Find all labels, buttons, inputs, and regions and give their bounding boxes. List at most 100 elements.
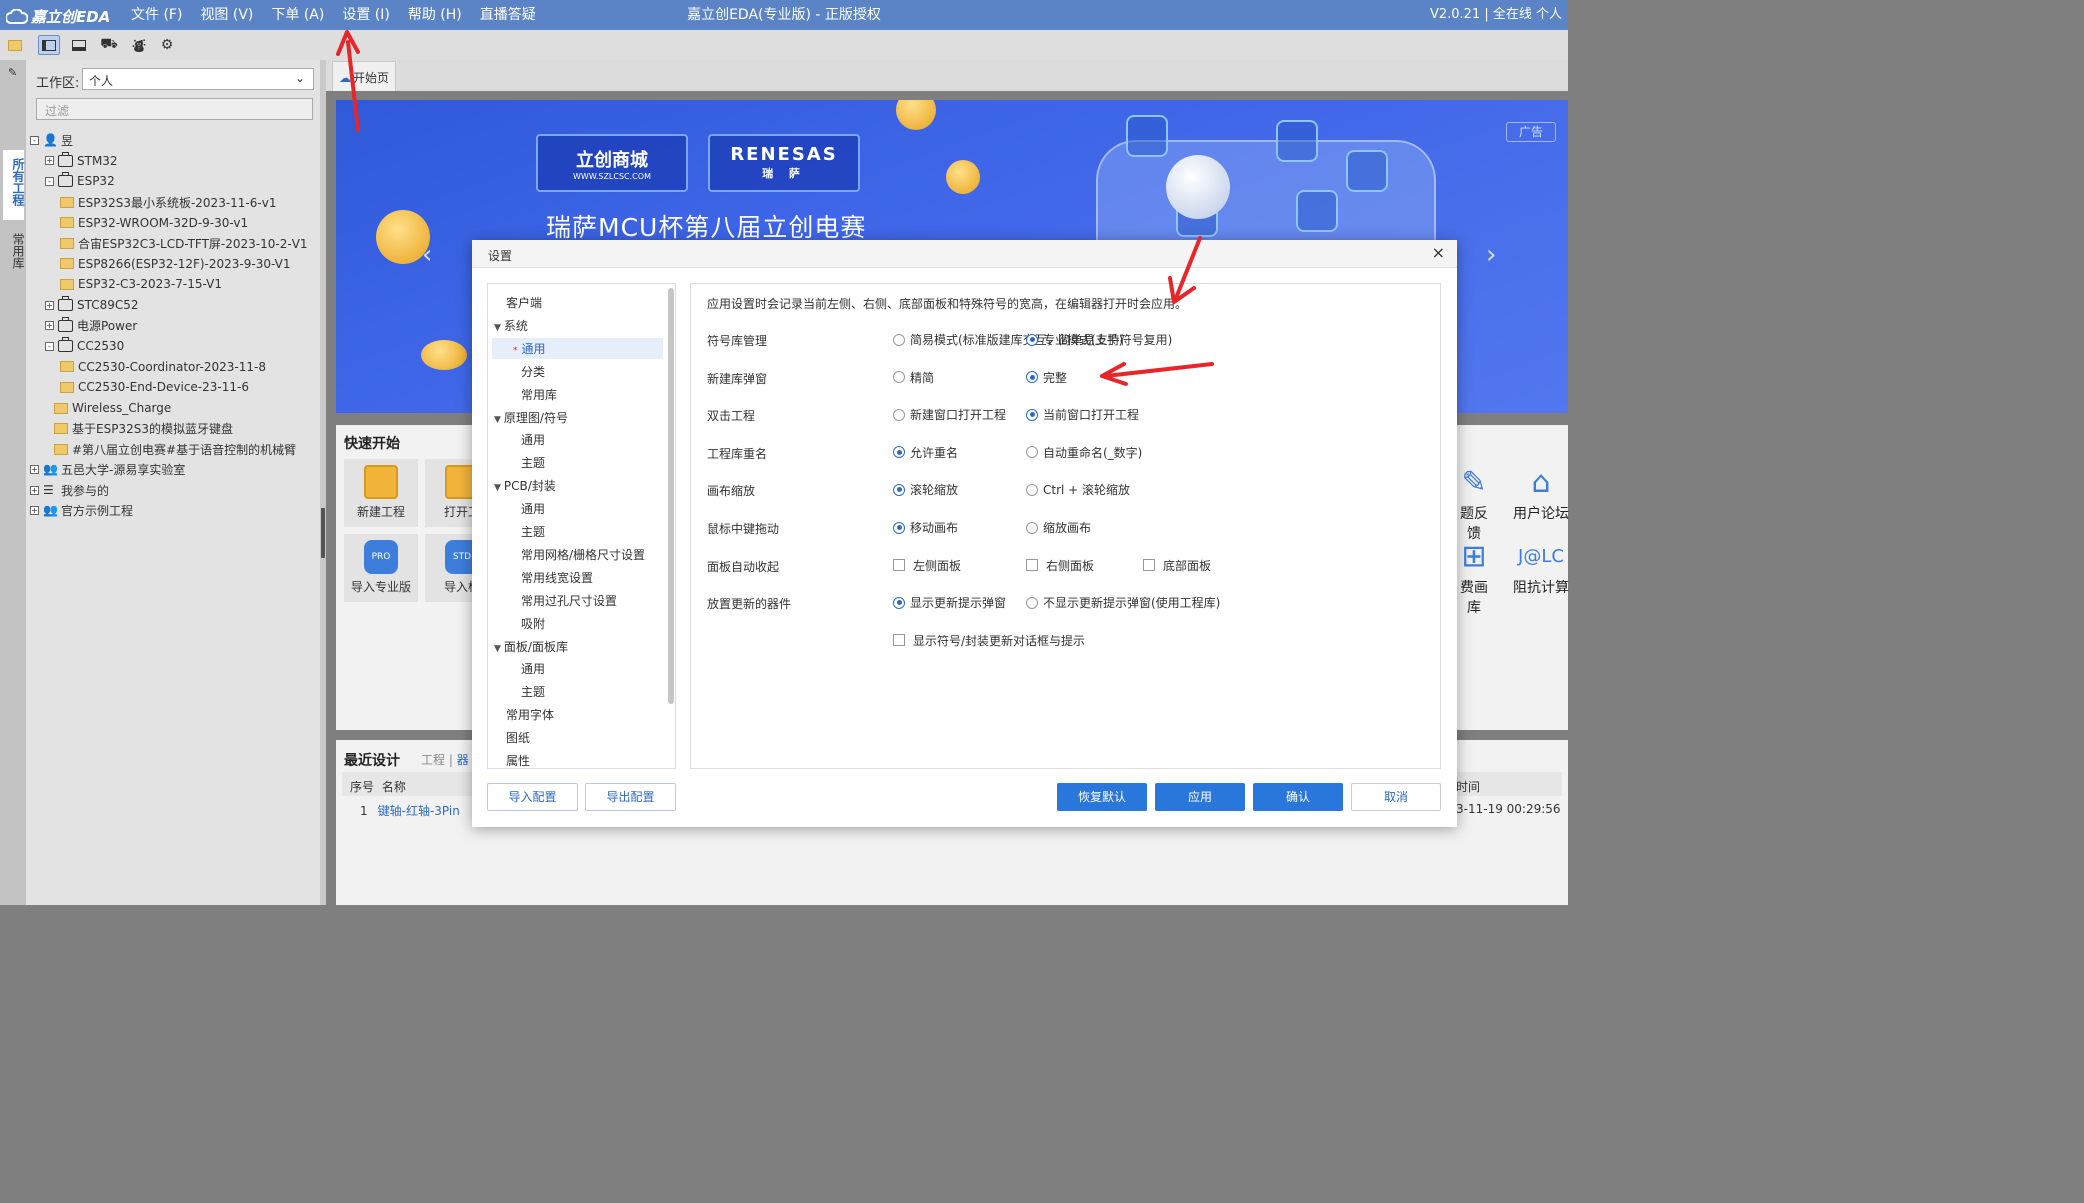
reset-default-button[interactable]: 恢复默认 bbox=[1057, 783, 1147, 811]
version-status[interactable]: V2.0.21 | 全在线 个人 bbox=[1430, 0, 1562, 30]
nav-item[interactable]: ▼ PCB/封装 bbox=[492, 475, 663, 496]
nav-item[interactable]: ▼ 系统 bbox=[492, 315, 663, 336]
gear-icon[interactable]: ⚙ bbox=[156, 35, 178, 55]
recent-tab-project[interactable]: 工程 bbox=[421, 753, 445, 767]
nav-item[interactable]: 客户端 bbox=[492, 292, 663, 313]
nav-item[interactable]: 常用线宽设置 bbox=[492, 567, 663, 588]
tree-item[interactable]: CC2530-End-Device-23-11-6 bbox=[30, 377, 320, 398]
order-icon[interactable]: ⛇ bbox=[128, 35, 150, 55]
collapse-icon[interactable]: - bbox=[45, 341, 54, 351]
radio-option[interactable]: 精简 bbox=[893, 369, 934, 386]
nav-scrollbar[interactable] bbox=[668, 288, 674, 704]
tree-item[interactable]: Wireless_Charge bbox=[30, 398, 320, 419]
radio-checked-icon[interactable] bbox=[1026, 333, 1038, 346]
radio-unchecked-icon[interactable] bbox=[893, 408, 905, 421]
cart-icon[interactable]: ⛟ bbox=[98, 35, 120, 55]
collapse-icon[interactable]: - bbox=[45, 176, 54, 186]
radio-option[interactable]: 不显示更新提示弹窗(使用工程库) bbox=[1026, 594, 1220, 611]
collapse-icon[interactable]: - bbox=[30, 135, 39, 145]
nav-item[interactable]: 主题 bbox=[492, 681, 663, 702]
radio-checked-icon[interactable] bbox=[893, 446, 905, 459]
filter-input[interactable]: 过滤 bbox=[36, 98, 313, 120]
expand-icon[interactable]: + bbox=[45, 300, 54, 310]
import-pro-button[interactable]: PRO 导入专业版 bbox=[344, 534, 418, 602]
tree-item[interactable]: + ☰ 我参与的 bbox=[30, 480, 320, 501]
expand-icon[interactable]: + bbox=[30, 485, 39, 495]
workspace-select[interactable]: 个人 ⌄ bbox=[82, 68, 314, 90]
radio-checked-icon[interactable] bbox=[1026, 408, 1038, 421]
row-name[interactable]: 键轴-红轴-3Pin bbox=[378, 804, 460, 818]
tree-item[interactable]: + 👥 五邑大学-源易享实验室 bbox=[30, 460, 320, 481]
checkbox-option[interactable]: 显示符号/封装更新对话框与提示 bbox=[893, 632, 1085, 649]
checkbox-icon[interactable] bbox=[1026, 559, 1038, 572]
radio-checked-icon[interactable] bbox=[1026, 371, 1038, 384]
radio-option[interactable]: 缩放画布 bbox=[1026, 519, 1091, 536]
radio-option[interactable]: 允许重名 bbox=[893, 444, 958, 461]
radio-unchecked-icon[interactable] bbox=[893, 333, 905, 346]
nav-item[interactable]: 常用库 bbox=[492, 384, 663, 405]
radio-option[interactable]: 新建窗口打开工程 bbox=[893, 406, 1006, 423]
radio-checked-icon[interactable] bbox=[893, 483, 905, 496]
tree-item[interactable]: ESP32-C3-2023-7-15-V1 bbox=[30, 274, 320, 295]
tree-item[interactable]: 合宙ESP32C3-LCD-TFT屏-2023-10-2-V1 bbox=[30, 233, 320, 254]
expand-icon[interactable]: + bbox=[30, 465, 39, 475]
apply-button[interactable]: 应用 bbox=[1155, 783, 1245, 811]
radio-checked-icon[interactable] bbox=[893, 596, 905, 609]
radio-unchecked-icon[interactable] bbox=[1026, 521, 1038, 534]
new-project-button[interactable]: 新建工程 bbox=[344, 459, 418, 527]
nav-item[interactable]: 常用过孔尺寸设置 bbox=[492, 590, 663, 611]
left-panel-icon[interactable] bbox=[38, 35, 60, 55]
nav-item[interactable]: 主题 bbox=[492, 452, 663, 473]
splitter-handle[interactable] bbox=[321, 508, 325, 558]
expand-icon[interactable]: + bbox=[45, 321, 54, 331]
nav-item[interactable]: 常用字体 bbox=[492, 704, 663, 725]
tab-all-projects[interactable]: 所有工程 bbox=[3, 150, 25, 220]
nav-item[interactable]: 通用 bbox=[492, 429, 663, 450]
radio-option[interactable]: 移动画布 bbox=[893, 519, 958, 536]
nav-item[interactable]: 吸附 bbox=[492, 613, 663, 634]
tree-item[interactable]: ESP32-WROOM-32D-9-30-v1 bbox=[30, 212, 320, 233]
tree-item[interactable]: ESP32S3最小系统板-2023-11-6-v1 bbox=[30, 192, 320, 213]
banner-next-icon[interactable]: › bbox=[1486, 240, 1496, 270]
tab-common-library[interactable]: 常用库 bbox=[3, 225, 25, 285]
expand-icon[interactable]: + bbox=[45, 156, 54, 166]
checkbox-icon[interactable] bbox=[893, 634, 905, 647]
nav-item[interactable]: 属性 bbox=[492, 750, 663, 768]
bottom-panel-icon[interactable] bbox=[68, 35, 90, 55]
import-config-button[interactable]: 导入配置 bbox=[487, 783, 578, 811]
tree-item[interactable]: + 电源Power bbox=[30, 315, 320, 336]
tree-item[interactable]: + STM32 bbox=[30, 151, 320, 172]
radio-option[interactable]: 完整 bbox=[1026, 369, 1067, 386]
caret-down-icon[interactable]: ▼ bbox=[494, 644, 501, 654]
nav-item[interactable]: 通用 bbox=[492, 498, 663, 519]
export-config-button[interactable]: 导出配置 bbox=[585, 783, 676, 811]
banner-prev-icon[interactable]: ‹ bbox=[422, 240, 432, 270]
radio-option[interactable]: 专业模式(支持符号复用) bbox=[1026, 331, 1172, 348]
tree-item[interactable]: + STC89C52 bbox=[30, 295, 320, 316]
nav-item[interactable]: ▼ 面板/面板库 bbox=[492, 636, 663, 657]
radio-option[interactable]: Ctrl + 滚轮缩放 bbox=[1026, 481, 1130, 498]
tab-home[interactable]: ☁ 开始页 bbox=[332, 61, 396, 91]
caret-down-icon[interactable]: ▼ bbox=[494, 483, 501, 493]
checkbox-icon[interactable] bbox=[1143, 559, 1155, 572]
tree-item[interactable]: - 👤 昱 bbox=[30, 130, 320, 151]
nav-item[interactable]: 图纸 bbox=[492, 727, 663, 748]
radio-option[interactable]: 自动重命名(_数字) bbox=[1026, 444, 1142, 461]
caret-down-icon[interactable]: ▼ bbox=[494, 323, 501, 333]
tree-item[interactable]: ESP8266(ESP32-12F)-2023-9-30-V1 bbox=[30, 254, 320, 275]
forum-button[interactable]: ⌂ 用户论坛 bbox=[1511, 463, 1571, 523]
impedance-button[interactable]: J@LC 阻抗计算 bbox=[1511, 537, 1571, 597]
tree-item[interactable]: #第八届立创电赛#基于语音控制的机械臂 bbox=[30, 439, 320, 460]
checkbox-option[interactable]: 右侧面板 bbox=[1026, 557, 1094, 574]
nav-item[interactable]: * 通用 bbox=[492, 337, 663, 359]
close-icon[interactable]: × bbox=[1432, 243, 1445, 262]
tree-item[interactable]: + 👥 官方示例工程 bbox=[30, 501, 320, 522]
caret-down-icon[interactable]: ▼ bbox=[494, 415, 501, 425]
expand-icon[interactable]: + bbox=[30, 506, 39, 516]
pin-icon[interactable]: ✎ bbox=[8, 66, 17, 79]
tree-item[interactable]: - ESP32 bbox=[30, 171, 320, 192]
radio-option[interactable]: 显示更新提示弹窗 bbox=[893, 594, 1006, 611]
radio-checked-icon[interactable] bbox=[893, 521, 905, 534]
checkbox-option[interactable]: 左侧面板 bbox=[893, 557, 961, 574]
folder-icon[interactable] bbox=[4, 35, 26, 55]
